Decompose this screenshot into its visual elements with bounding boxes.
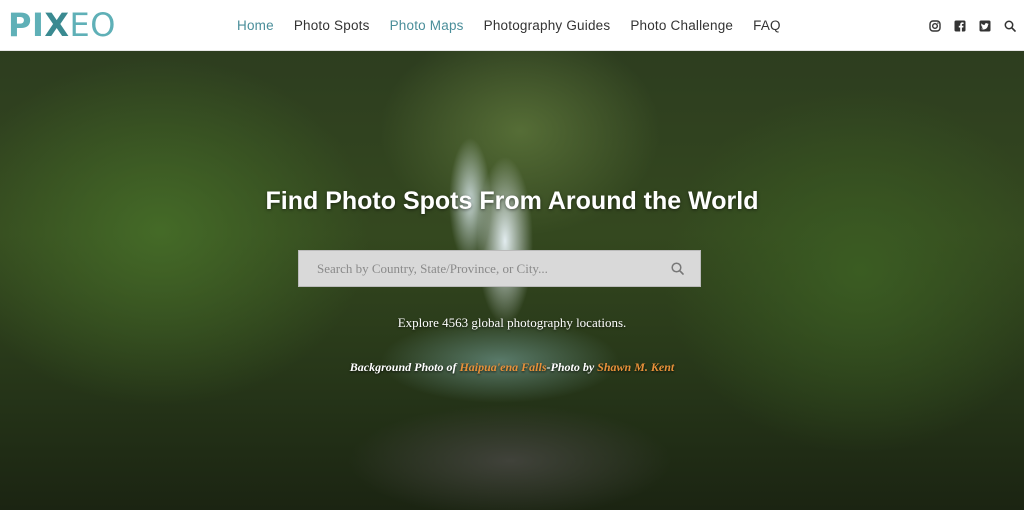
credit-prefix: Background Photo of: [349, 360, 460, 374]
nav-item-photo-challenge[interactable]: Photo Challenge: [630, 18, 733, 33]
explore-count-text: Explore 4563 global photography location…: [397, 315, 627, 330]
search-submit-icon[interactable]: [670, 261, 686, 277]
nav-item-home[interactable]: Home: [237, 18, 274, 33]
facebook-icon[interactable]: [954, 20, 966, 32]
twitter-icon[interactable]: [979, 20, 991, 32]
hero-banner: Find Photo Spots From Around the World E…: [0, 51, 1024, 510]
nav-item-photography-guides[interactable]: Photography Guides: [484, 18, 611, 33]
location-search: [298, 250, 701, 287]
instagram-icon[interactable]: [929, 19, 941, 32]
main-nav: Home Photo Spots Photo Maps Photography …: [237, 0, 801, 51]
hero-title: Find Photo Spots From Around the World: [265, 187, 759, 215]
search-icon[interactable]: [1004, 20, 1016, 32]
nav-item-photo-spots[interactable]: Photo Spots: [294, 18, 370, 33]
site-header: PIXEO Home Photo Spots Photo Maps Photog…: [0, 0, 1024, 51]
credit-author-link[interactable]: Shawn M. Kent: [597, 360, 674, 374]
logo-text-eo: EO: [69, 6, 116, 44]
search-input[interactable]: [299, 251, 659, 286]
credit-place-link[interactable]: Haipua'ena Falls: [459, 360, 546, 374]
nav-item-photo-maps[interactable]: Photo Maps: [390, 18, 464, 33]
credit-middle: -Photo by: [546, 360, 598, 374]
logo-text-pi: PI: [8, 6, 45, 44]
nav-item-faq[interactable]: FAQ: [753, 18, 781, 33]
site-logo[interactable]: PIXEO: [8, 6, 116, 44]
logo-text-x: X: [44, 6, 70, 44]
social-links: [929, 0, 1016, 51]
photo-credit: Background Photo of Haipua'ena Falls-Pho…: [0, 360, 1024, 375]
